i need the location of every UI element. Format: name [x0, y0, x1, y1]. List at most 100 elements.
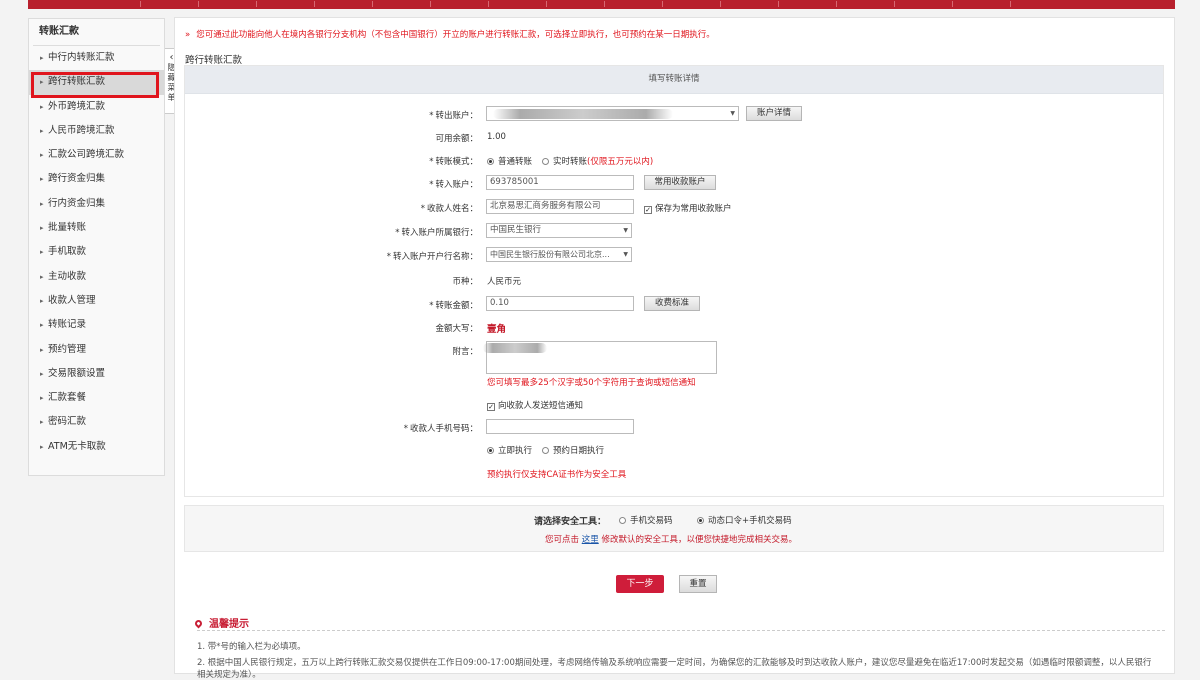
tip-line-3: 相关规定为准）。 [197, 670, 261, 680]
sidebar-item[interactable]: ▸ 人民币跨境汇款 [29, 119, 164, 143]
sidebar-item-label: 交易限额设置 [48, 367, 106, 379]
caret-right-icon: ▸ [40, 54, 44, 62]
sidebar-item[interactable]: ▸ 主动收款 [29, 265, 164, 289]
phone-label: * 收款人手机号码： [403, 424, 478, 434]
sidebar-item-label: 人民币跨境汇款 [48, 124, 115, 136]
sidebar-item[interactable]: ▸ 汇款套餐 [29, 386, 164, 410]
sidebar-item[interactable]: ▸ 收款人管理 [29, 289, 164, 313]
caret-right-icon: ▸ [40, 272, 44, 281]
nav-separator [720, 1, 721, 7]
security-option-token-radio[interactable]: 动态口令+手机交易码 [697, 514, 792, 526]
sidebar-item-label: ATM无卡取款 [48, 440, 106, 452]
sidebar-item-label: 主动收款 [48, 270, 87, 282]
realtime-limit-note: (仅限五万元以内) [587, 157, 654, 167]
branch-label: * 转入账户开户行名称： [386, 252, 478, 262]
sidebar-item-label: 手机取款 [48, 246, 87, 258]
sidebar-item[interactable]: ▸ 汇款公司跨境汇款 [29, 143, 164, 167]
to-account-label: * 转入账户： [429, 180, 478, 190]
payee-name-input[interactable]: 北京易思汇商务服务有限公司 [486, 199, 634, 214]
sidebar-item[interactable]: ▸ 批量转账 [29, 216, 164, 240]
sidebar-item-label: 密码汇款 [48, 416, 87, 428]
sidebar-item[interactable]: ▸ 手机取款 [29, 240, 164, 264]
sidebar-item[interactable]: ▸ 外币跨境汇款 [29, 95, 164, 119]
caret-right-icon: ▸ [40, 418, 44, 427]
sms-notify-checkbox[interactable]: ✓ 向收款人发送短信通知 [487, 399, 583, 411]
save-payee-checkbox[interactable]: ✓ 保存为常用收款账户 [644, 202, 732, 214]
branch-select[interactable]: 中国民生银行股份有限公司北京... [486, 247, 632, 262]
caret-right-icon: ▸ [40, 102, 44, 111]
nav-separator [430, 1, 431, 7]
sidebar-item[interactable]: ▸ 转账记录 [29, 313, 164, 337]
transfer-form: 填写转账详情 *转出账户： 账户详情 可用余额： 1.00 *转账模式： 普通转… [184, 65, 1164, 497]
caret-right-icon: ▸ [40, 151, 44, 160]
sidebar-item[interactable]: ▸ 跨行资金归集 [29, 167, 164, 191]
nav-separator [546, 1, 547, 7]
reset-button[interactable]: 重置 [679, 575, 717, 593]
tips-header: 温馨提示 [193, 615, 249, 630]
radio-empty-icon [542, 447, 549, 454]
sidebar-item[interactable]: ▸ 交易限额设置 [29, 362, 164, 386]
double-arrow-icon: » [185, 30, 191, 40]
amount-label: * 转账金额： [429, 301, 478, 311]
from-account-label: * 转出账户： [429, 111, 478, 121]
nav-separator [140, 1, 141, 7]
exec-later-radio[interactable]: 预约日期执行 [542, 444, 604, 456]
highlight-box [31, 72, 159, 98]
sidebar-item-label: 汇款套餐 [48, 392, 87, 404]
sidebar-item[interactable]: ▸ 密码汇款 [29, 410, 164, 434]
security-option-sms-radio[interactable]: 手机交易码 [619, 514, 673, 526]
sidebar-item-label: 批量转账 [48, 222, 87, 234]
radio-checked-icon [487, 158, 494, 165]
caret-right-icon: ▸ [40, 175, 44, 184]
security-tool-box: 请选择安全工具： 手机交易码 动态口令+手机交易码 您可点击 这里 修改默认的安… [184, 505, 1164, 552]
sidebar-item-label: 汇款公司跨境汇款 [48, 149, 125, 161]
nav-separator [952, 1, 953, 7]
mode-realtime-radio[interactable]: 实时转账(仅限五万元以内) [542, 155, 653, 167]
nav-separator [662, 1, 663, 7]
bank-select[interactable]: 中国民生银行 [486, 223, 632, 238]
masked-account [493, 109, 673, 119]
caret-right-icon: ▸ [40, 369, 44, 378]
security-change-link[interactable]: 这里 [582, 535, 599, 545]
sidebar-item[interactable]: ▸ 行内资金归集 [29, 192, 164, 216]
checkmark-icon: ✓ [644, 206, 652, 214]
balance-value: 1.00 [487, 132, 506, 142]
from-account-select[interactable] [486, 106, 739, 121]
mode-normal-radio[interactable]: 普通转账 [487, 155, 532, 167]
nav-separator [836, 1, 837, 7]
nav-separator [372, 1, 373, 7]
radio-checked-icon [697, 517, 704, 524]
fee-standard-button[interactable]: 收费标准 [644, 296, 700, 311]
sidebar-item-label: 跨行资金归集 [48, 173, 106, 185]
radio-checked-icon [487, 447, 494, 454]
next-button[interactable]: 下一步 [616, 575, 664, 593]
payee-name-label: * 收款人姓名： [420, 204, 478, 214]
account-detail-button[interactable]: 账户详情 [746, 106, 802, 121]
to-account-input[interactable]: 693785001 [486, 175, 634, 190]
form-header: 填写转账详情 [185, 66, 1163, 94]
sidebar-item-label: 收款人管理 [48, 294, 96, 306]
notice-text: 您可通过此功能向他人在境内各银行分支机构（不包含中国银行）开立的账户进行转账汇款… [196, 30, 715, 40]
common-payee-button[interactable]: 常用收款账户 [644, 175, 716, 190]
sidebar-item-label: 行内资金归集 [48, 197, 106, 209]
memo-textarea[interactable] [483, 341, 717, 374]
phone-input[interactable] [486, 419, 634, 434]
main-panel: » 您可通过此功能向他人在境内各银行分支机构（不包含中国银行）开立的账户进行转账汇… [174, 17, 1175, 680]
nav-separator [198, 1, 199, 7]
nav-separator [314, 1, 315, 7]
tip-line-1: 1. 带*号的输入栏为必填项。 [197, 642, 306, 652]
radio-empty-icon [619, 517, 626, 524]
sidebar-item[interactable]: ▸ 中行内转账汇款 [29, 46, 164, 70]
caret-right-icon: ▸ [40, 394, 44, 403]
amount-upper-label: 金额大写： [435, 324, 478, 334]
sidebar-item[interactable]: ▸ 预约管理 [29, 338, 164, 362]
amount-input[interactable]: 0.10 [486, 296, 634, 311]
exec-now-radio[interactable]: 立即执行 [487, 444, 532, 456]
nav-separator [778, 1, 779, 7]
radio-empty-icon [542, 158, 549, 165]
checkmark-icon: ✓ [487, 403, 495, 411]
bank-label: * 转入账户所属银行： [395, 228, 478, 238]
tips-divider [197, 630, 1165, 631]
currency-value: 人民币元 [487, 277, 522, 287]
sidebar-item[interactable]: ▸ ATM无卡取款 [29, 435, 164, 459]
